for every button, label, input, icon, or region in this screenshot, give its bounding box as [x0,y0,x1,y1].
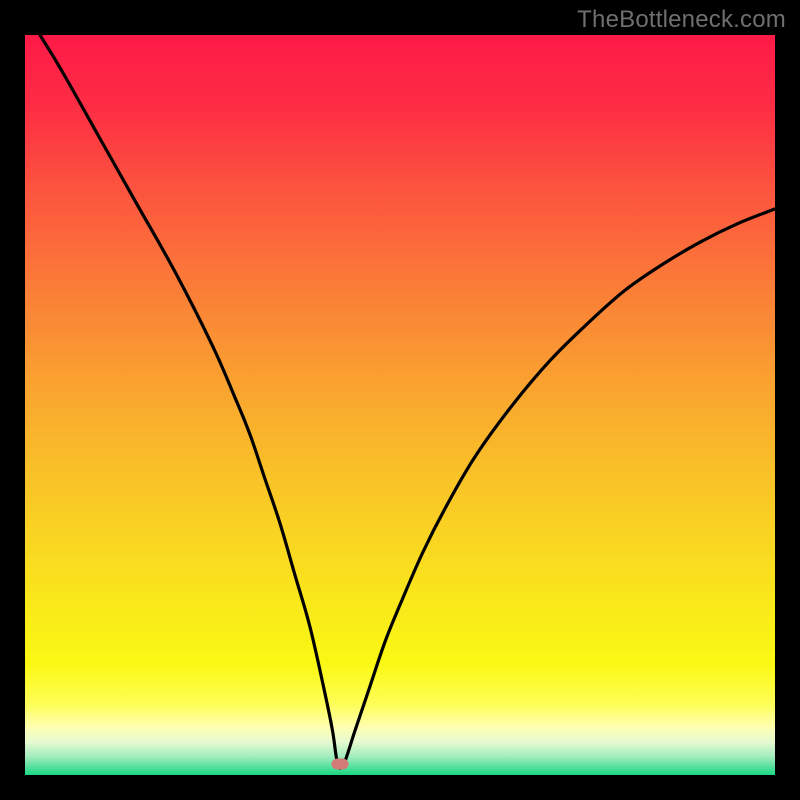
bottleneck-curve [40,35,775,768]
plot-area [25,35,775,775]
chart-frame: TheBottleneck.com [0,0,800,800]
optimal-point-marker [332,758,349,769]
watermark-text: TheBottleneck.com [577,6,786,34]
curve-layer [25,35,775,775]
